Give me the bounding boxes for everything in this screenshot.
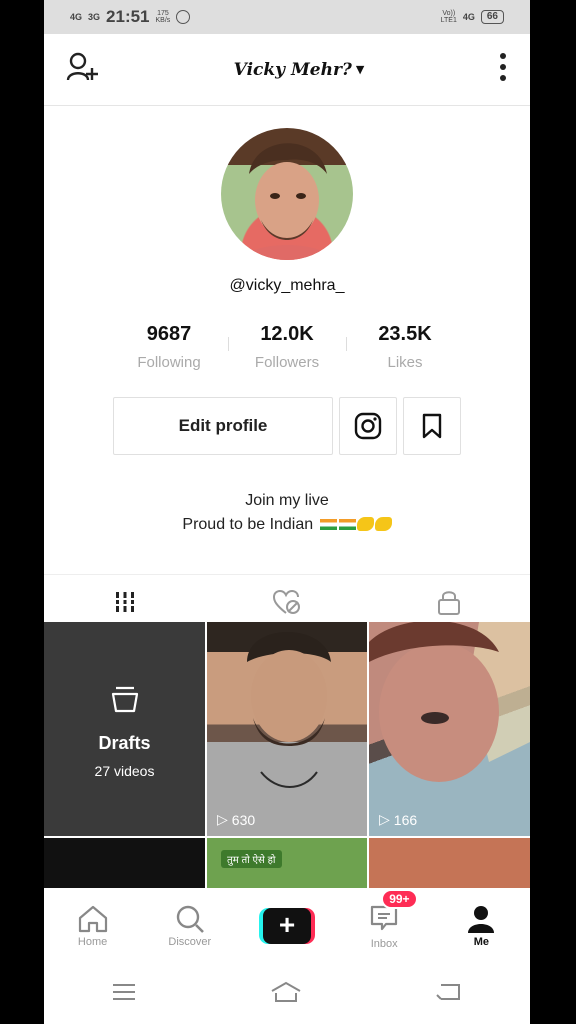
stat-value: 12.0K (260, 323, 314, 345)
lte-label: LTE1 (440, 17, 457, 24)
profile-actions: Edit profile (44, 397, 530, 455)
profile-bio: Join my live Proud to be Indian (44, 489, 530, 537)
stat-value: 9687 (146, 323, 192, 345)
heart-hidden-icon (272, 589, 300, 614)
bio-line-2-wrap: Proud to be Indian (44, 513, 530, 537)
drafts-count: 27 videos (94, 763, 155, 779)
stat-label: Followers (254, 354, 320, 371)
instagram-button[interactable] (339, 397, 397, 455)
drafts-title: Drafts (98, 733, 151, 753)
stat-value: 23.5K (378, 323, 432, 345)
stat-likes[interactable]: 23.5K Likes (346, 323, 464, 371)
play-count-value: 630 (231, 811, 256, 828)
account-switcher[interactable]: Vicky Mehr? ▼ (234, 60, 365, 80)
nav-me[interactable]: Me (433, 888, 530, 964)
nav-create[interactable]: + (238, 888, 335, 964)
drafts-tile[interactable]: Drafts 27 videos (44, 622, 205, 836)
bookmark-icon (422, 413, 442, 439)
home-icon (78, 905, 107, 933)
play-count: ▷ 630 (217, 811, 255, 828)
net-speed-value: 175 (157, 10, 169, 17)
add-user-icon[interactable] (66, 51, 100, 88)
video-grid: Drafts 27 videos ▷ 630 ▷ 166 तुम तो ऐसे … (44, 622, 530, 888)
play-count-value: 166 (393, 811, 418, 828)
profile-handle: @vicky_mehra_ (229, 277, 345, 294)
grid-bars-icon (113, 591, 137, 612)
tab-videos[interactable] (44, 575, 206, 628)
plus-icon: + (263, 908, 311, 944)
video-thumbnail[interactable] (44, 838, 205, 888)
stat-following[interactable]: 9687 Following (110, 323, 228, 371)
nav-label: Discover (168, 936, 212, 948)
stat-label: Likes (387, 354, 423, 371)
net-speed-unit: KB/s (155, 17, 171, 24)
system-navigation (44, 964, 530, 1024)
stat-followers[interactable]: 12.0K Followers (228, 323, 346, 371)
net-speed: 175 KB/s (156, 10, 171, 24)
video-thumbnail[interactable]: तुम तो ऐसे हो (207, 838, 367, 888)
tab-private[interactable] (368, 575, 530, 628)
video-caption-overlay: तुम तो ऐसे हो (221, 850, 282, 868)
nav-label: Me (473, 936, 490, 948)
back-icon[interactable] (435, 981, 463, 1008)
flexed-biceps-icon (374, 517, 392, 531)
bio-line-1: Join my live (245, 492, 329, 509)
inbox-badge: 99+ (381, 888, 418, 909)
status-bar: 4G 3G 21:51 175 KB/s Vo)) LTE1 4G 66 (44, 0, 530, 34)
drafts-icon (44, 684, 205, 719)
status-right: Vo)) LTE1 4G 66 (441, 10, 504, 24)
signal-4g-right: 4G (462, 11, 475, 22)
india-flag-icon (319, 519, 337, 530)
favorites-button[interactable] (403, 397, 461, 455)
status-left: 4G 3G 21:51 175 KB/s (70, 7, 191, 27)
bio-line-2: Proud to be Indian (182, 516, 314, 533)
nav-home[interactable]: Home (44, 888, 141, 964)
battery-indicator: 66 (480, 10, 504, 24)
content-tabs (44, 574, 530, 628)
vertical-dots-icon[interactable] (498, 52, 508, 87)
nav-inbox[interactable]: 99+ Inbox (336, 888, 433, 964)
nav-label: Inbox (370, 937, 398, 950)
person-icon (468, 906, 495, 933)
clock: 21:51 (106, 7, 150, 26)
account-name: Vicky Mehr? (233, 59, 352, 80)
play-icon: ▷ (217, 811, 228, 827)
flexed-biceps-icon (356, 517, 374, 531)
stat-label: Following (137, 354, 201, 371)
instagram-icon (354, 412, 382, 440)
phone-screen: 4G 3G 21:51 175 KB/s Vo)) LTE1 4G 66 Vic… (44, 0, 530, 1024)
search-icon (176, 905, 204, 933)
whatsapp-icon (176, 10, 191, 24)
video-thumbnail[interactable] (369, 838, 530, 888)
bottom-navigation: Home Discover + 99+ Inbox Me (44, 888, 530, 964)
lock-icon (438, 590, 460, 615)
nav-discover[interactable]: Discover (141, 888, 238, 964)
edit-profile-button[interactable]: Edit profile (113, 397, 333, 455)
video-thumbnail[interactable]: ▷ 166 (369, 622, 530, 836)
signal-4g-label: 4G (70, 11, 83, 22)
signal-3g-label: 3G (88, 11, 101, 22)
play-icon: ▷ (379, 811, 390, 827)
inbox-icon-wrap: 99+ (369, 888, 418, 936)
video-thumbnail[interactable]: ▷ 630 (207, 622, 367, 836)
volte-indicator: Vo)) LTE1 (441, 10, 457, 24)
nav-label: Home (77, 936, 108, 948)
profile-header: Vicky Mehr? ▼ (44, 34, 530, 106)
menu-icon[interactable] (111, 982, 137, 1007)
create-button[interactable]: + (259, 908, 315, 944)
home-button-icon[interactable] (270, 981, 302, 1008)
india-flag-icon (338, 519, 356, 530)
avatar[interactable] (221, 128, 353, 260)
profile-stats: 9687 Following 12.0K Followers 23.5K Lik… (44, 323, 530, 371)
volte-label: Vo)) (442, 10, 456, 17)
play-count: ▷ 166 (379, 811, 417, 828)
tab-liked[interactable] (206, 575, 368, 628)
chevron-down-icon: ▼ (355, 63, 365, 76)
